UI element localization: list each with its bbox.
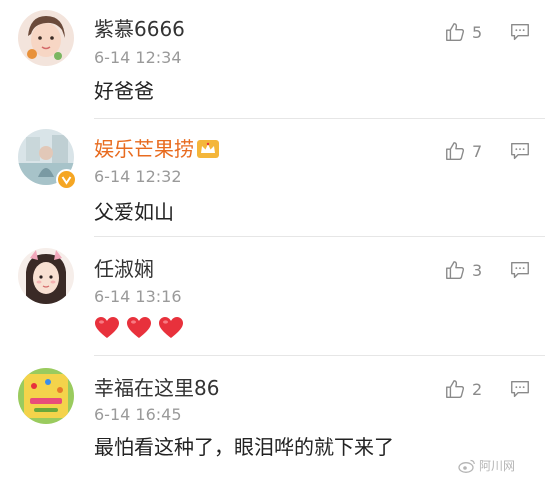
crown-icon: [197, 140, 219, 158]
comment-bubble-icon: [511, 380, 529, 398]
avatar[interactable]: [18, 10, 74, 66]
emoji-hearts: [94, 316, 184, 340]
comment-bubble-icon: [511, 142, 529, 160]
thumbs-up-icon: [446, 261, 465, 279]
heart-icon: [159, 317, 183, 338]
like-button[interactable]: 5: [444, 19, 492, 45]
username[interactable]: 幸福在这里86: [94, 376, 219, 400]
comment-bubble-icon: [511, 23, 529, 41]
comment-item: 娱乐芒果捞 6-14 12:32 父爱如山 7: [0, 119, 545, 236]
weibo-logo-icon: [458, 459, 475, 473]
reply-button[interactable]: [509, 378, 531, 400]
comment-text: 最怕看这种了，眼泪哗的就下来了: [94, 435, 394, 459]
comment-bubble-icon: [511, 261, 529, 279]
thumbs-up-icon: [446, 142, 465, 160]
like-button[interactable]: 7: [444, 138, 492, 164]
timestamp: 6-14 12:34: [94, 48, 182, 67]
comment-text: 父爱如山: [94, 200, 174, 224]
heart-icon: [127, 317, 151, 338]
username[interactable]: 紫慕6666: [94, 17, 185, 41]
like-count: 2: [472, 379, 483, 399]
watermark: 阿川网: [458, 457, 515, 474]
reply-button[interactable]: [509, 259, 531, 281]
timestamp: 6-14 16:45: [94, 405, 182, 424]
comment-item: 任淑娴 6-14 13:16 3: [0, 237, 545, 355]
avatar[interactable]: [18, 248, 74, 304]
watermark-text: 阿川网: [479, 459, 516, 473]
timestamp: 6-14 12:32: [94, 167, 182, 186]
comment-list: 紫慕6666 6-14 12:34 好爸爸 5 娱乐芒果捞 6-14 12:32…: [0, 0, 545, 480]
avatar[interactable]: [18, 368, 74, 424]
thumbs-up-icon: [446, 380, 465, 398]
username[interactable]: 娱乐芒果捞: [94, 137, 194, 161]
verified-badge-icon: [56, 169, 77, 190]
like-count: 5: [472, 22, 483, 42]
thumbs-up-icon: [446, 23, 465, 41]
comment-item: 紫慕6666 6-14 12:34 好爸爸 5: [0, 0, 545, 118]
comment-text: 好爸爸: [94, 79, 154, 103]
like-button[interactable]: 3: [444, 257, 492, 283]
timestamp: 6-14 13:16: [94, 287, 182, 306]
heart-icon: [95, 317, 119, 338]
reply-button[interactable]: [509, 21, 531, 43]
reply-button[interactable]: [509, 140, 531, 162]
like-count: 7: [472, 141, 483, 161]
like-button[interactable]: 2: [444, 376, 492, 402]
like-count: 3: [472, 260, 483, 280]
username[interactable]: 任淑娴: [94, 257, 154, 281]
